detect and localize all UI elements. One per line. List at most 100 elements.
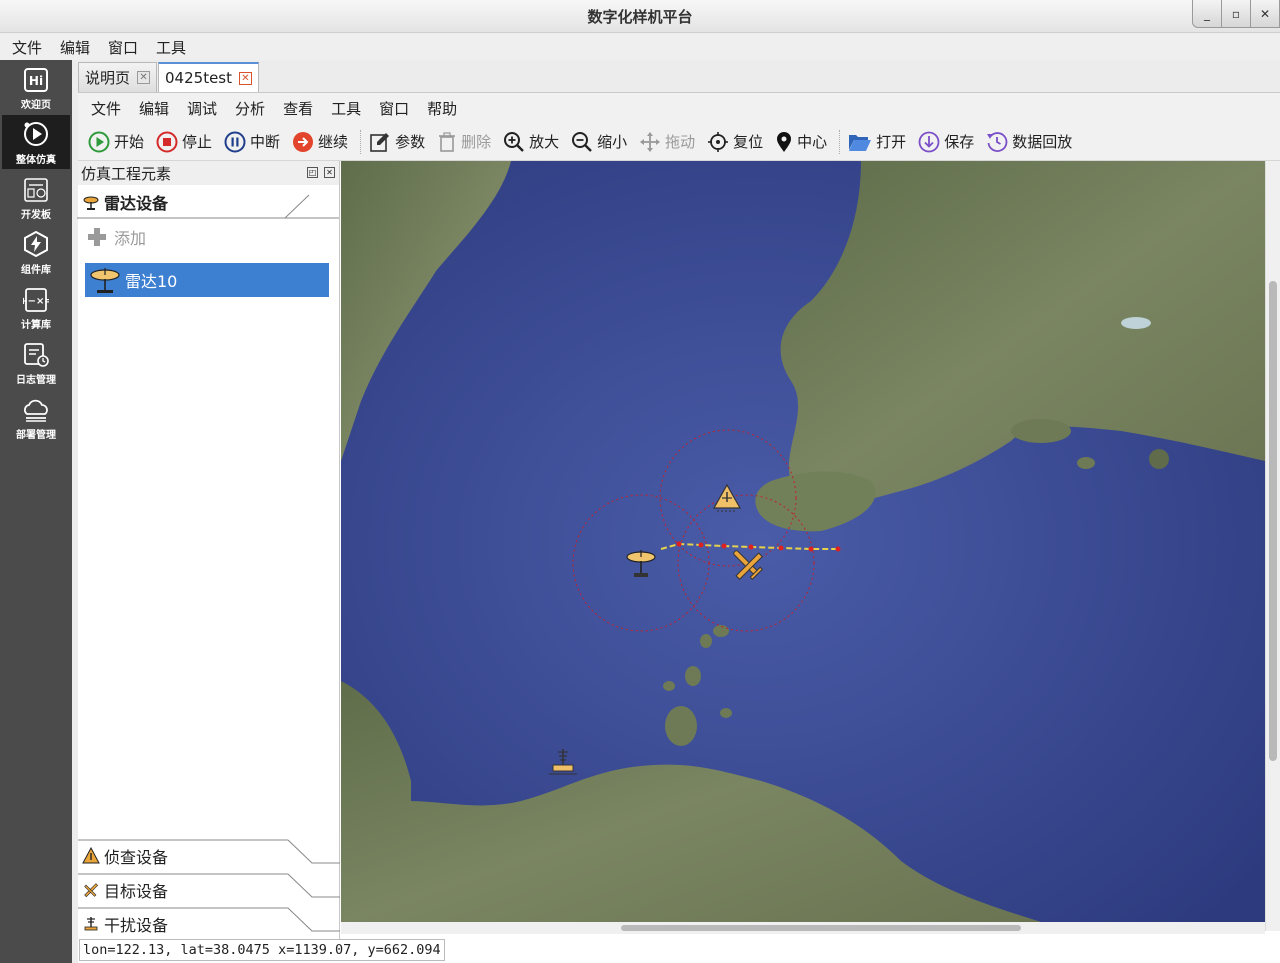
pan-label: 拖动 (665, 133, 696, 151)
sidebar-item-label: 开发板 (21, 210, 51, 221)
jammer-group-header[interactable]: 干扰设备 (78, 907, 340, 941)
pause-button[interactable]: 中断 (224, 131, 280, 153)
close-icon[interactable]: ✕ (239, 71, 252, 85)
menu-view[interactable]: 查看 (283, 98, 313, 119)
sidebar-item-label: 组件库 (21, 265, 51, 276)
stop-label: 停止 (182, 133, 213, 151)
open-label: 打开 (876, 133, 907, 151)
cloud-icon (24, 399, 48, 422)
scroll-thumb[interactable] (621, 925, 1021, 931)
pause-icon (224, 131, 246, 152)
stop-icon (156, 131, 178, 152)
tab-0425test[interactable]: 0425test ✕ (158, 62, 259, 92)
close-panel-icon[interactable]: ✕ (324, 167, 335, 178)
bright-shoal (1121, 317, 1151, 329)
sidebar-item-simulation[interactable]: 整体仿真 (2, 115, 70, 169)
map-horizontal-scrollbar[interactable] (341, 922, 1265, 934)
resume-button[interactable]: 继续 (292, 131, 348, 153)
zoom-in-icon (504, 131, 524, 152)
plus-icon (88, 228, 106, 246)
map-canvas[interactable] (341, 161, 1265, 922)
close-icon[interactable]: ✕ (137, 71, 151, 84)
params-button[interactable]: 参数 (369, 131, 425, 153)
window-titlebar: 数字化样机平台 _ ▫ ✕ (0, 0, 1280, 33)
menu-window[interactable]: 窗口 (108, 37, 138, 58)
sidebar-item-label: 日志管理 (16, 375, 56, 386)
start-button[interactable]: 开始 (88, 131, 144, 153)
menu-edit[interactable]: 编辑 (139, 98, 169, 119)
recon-group-header[interactable]: 侦查设备 (78, 839, 340, 873)
center-button[interactable]: 中心 (775, 131, 827, 153)
island (663, 681, 675, 691)
radar-group-header[interactable]: 雷达设备 (77, 185, 339, 219)
airplane-icon (84, 883, 99, 898)
track-waypoint (676, 541, 682, 547)
recon-group-label: 侦查设备 (104, 848, 169, 867)
coordinate-readout: lon=122.13, lat=38.0475 x=1139.07, y=662… (79, 939, 445, 961)
menu-file[interactable]: 文件 (12, 37, 42, 58)
zoom-in-label: 放大 (529, 133, 560, 151)
replay-button[interactable]: 数据回放 (986, 131, 1072, 153)
open-button[interactable]: 打开 (848, 131, 906, 153)
arrow-right-icon (293, 131, 314, 152)
sidebar-item-components[interactable]: 组件库 (2, 225, 70, 279)
menu-debug[interactable]: 调试 (187, 98, 217, 119)
list-item-label: 雷达10 (125, 272, 178, 291)
document-tabs: 说明页 ✕ 0425test ✕ (78, 62, 260, 92)
play-icon (88, 131, 110, 152)
sidebar-item-logs[interactable]: 日志管理 (2, 335, 70, 389)
satellite-map[interactable] (341, 161, 1265, 922)
menu-help[interactable]: 帮助 (427, 98, 457, 119)
island (1149, 449, 1169, 469)
list-item-radar10[interactable]: 雷达10 (85, 263, 329, 297)
project-elements-panel: 仿真工程元素 ◰ ✕ 雷达设备 添加 雷达10 侦查设备 目标设备 干扰设备 (77, 161, 340, 941)
tab-readme[interactable]: 说明页 ✕ (78, 62, 158, 92)
svg-text:Hi: Hi (29, 74, 43, 88)
add-label: 添加 (114, 229, 147, 248)
add-radar-button[interactable]: 添加 (86, 225, 339, 249)
save-button[interactable]: 保存 (918, 131, 974, 153)
delete-button[interactable]: 删除 (437, 131, 491, 153)
resume-label: 继续 (318, 133, 349, 151)
island (720, 708, 732, 718)
minimize-button[interactable]: _ (1192, 0, 1222, 28)
float-panel-icon[interactable]: ◰ (307, 167, 318, 178)
menu-tools[interactable]: 工具 (331, 98, 361, 119)
folder-open-icon (849, 134, 872, 151)
pause-label: 中断 (250, 133, 281, 151)
simulation-play-icon (24, 122, 48, 146)
track-waypoint (698, 542, 704, 548)
app-menubar: 文件 编辑 窗口 工具 (0, 34, 1280, 60)
menu-edit[interactable]: 编辑 (60, 37, 90, 58)
track-waypoint (808, 546, 814, 552)
sidebar-item-deploy[interactable]: 部署管理 (2, 390, 70, 444)
move-arrows-icon (640, 131, 661, 152)
track-waypoint (835, 546, 841, 552)
sidebar-item-calc[interactable]: +−×= 计算库 (2, 280, 70, 334)
target-group-header[interactable]: 目标设备 (78, 873, 340, 907)
reset-button[interactable]: 复位 (707, 131, 763, 153)
trash-icon (439, 131, 456, 152)
lightning-icon (24, 230, 48, 258)
panel-title: 仿真工程元素 (81, 164, 172, 183)
sidebar-item-welcome[interactable]: Hi 欢迎页 (2, 60, 70, 114)
pan-button[interactable]: 拖动 (639, 131, 695, 153)
map-vertical-scrollbar[interactable] (1265, 161, 1280, 931)
maximize-button[interactable]: ▫ (1221, 0, 1251, 28)
panel-header: 仿真工程元素 ◰ ✕ (78, 161, 339, 185)
collapsed-groups: 侦查设备 目标设备 干扰设备 (78, 839, 340, 941)
zoom-in-button[interactable]: 放大 (503, 131, 559, 153)
crosshair-icon (708, 131, 729, 152)
window-controls: _ ▫ ✕ (1192, 0, 1280, 28)
menu-tools[interactable]: 工具 (156, 37, 186, 58)
zoom-out-button[interactable]: 缩小 (571, 131, 627, 153)
stop-button[interactable]: 停止 (156, 131, 212, 153)
menu-analysis[interactable]: 分析 (235, 98, 265, 119)
close-button[interactable]: ✕ (1250, 0, 1280, 28)
center-label: 中心 (797, 133, 828, 151)
sidebar-item-devboard[interactable]: 开发板 (2, 170, 70, 224)
radar-group-label: 雷达设备 (104, 194, 169, 213)
menu-file[interactable]: 文件 (91, 98, 121, 119)
menu-window[interactable]: 窗口 (379, 98, 409, 119)
scroll-thumb[interactable] (1269, 281, 1277, 761)
